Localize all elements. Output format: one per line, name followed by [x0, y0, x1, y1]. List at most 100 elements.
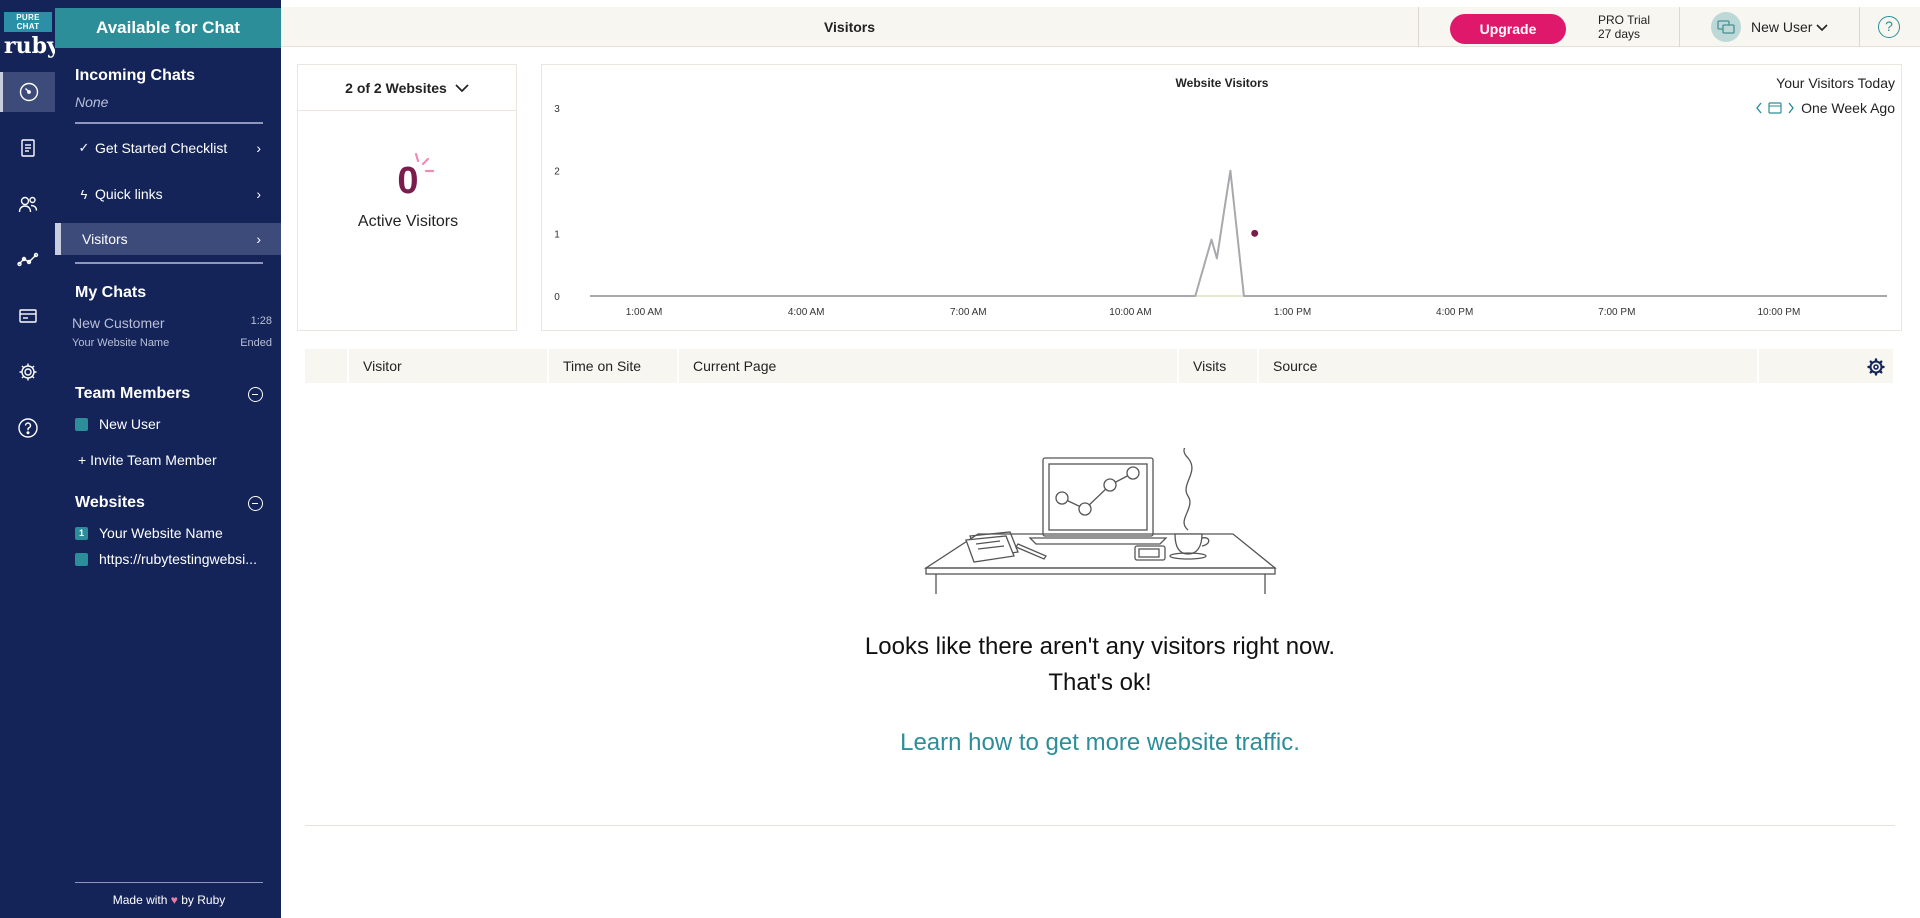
active-visitors-label: Active Visitors	[357, 213, 459, 230]
data-point-today	[1251, 229, 1259, 237]
billing-icon[interactable]	[0, 296, 55, 336]
collapse-team-icon[interactable]	[248, 387, 263, 402]
y-tick-label: 0	[554, 292, 560, 303]
calendar-icon[interactable]	[1768, 102, 1782, 114]
x-axis: 1:00 AM 4:00 AM 7:00 AM 10:00 AM 1:00 PM 4:00…	[626, 307, 1801, 318]
chevron-left-icon[interactable]	[1756, 102, 1762, 114]
top-bar: Visitors Upgrade PRO Trial 27 days New U…	[281, 7, 1920, 47]
dashboard-icon[interactable]	[0, 72, 55, 112]
user-menu[interactable]: New User	[1711, 12, 1829, 42]
x-tick-label: 4:00 AM	[788, 307, 825, 318]
incoming-chats-title: Incoming Chats	[75, 67, 196, 84]
column-header[interactable]: Time on Site	[549, 349, 679, 383]
empty-state-message: Looks like there aren't any visitors rig…	[864, 633, 1336, 660]
y-tick-label: 3	[554, 104, 560, 115]
team-members-title: Team Members	[75, 385, 281, 403]
sidebar: Available for Chat Incoming Chats None ✓…	[55, 0, 281, 918]
legend-week-ago: One Week Ago	[1801, 100, 1895, 116]
sidebar-item-visitors[interactable]: Visitors ›	[55, 223, 281, 255]
chart-series	[590, 169, 1887, 297]
settings-icon[interactable]	[0, 352, 55, 392]
checklist-link[interactable]: ✓ Get Started Checklist ›	[75, 133, 265, 163]
ruby-logo[interactable]: PURE CHAT ruby	[4, 12, 60, 57]
team-member-item[interactable]: New User	[75, 416, 160, 432]
x-tick-label: 1:00 PM	[1274, 307, 1311, 318]
website-selector-label: 2 of 2 Websites	[345, 79, 447, 96]
transcripts-icon[interactable]	[0, 128, 55, 168]
availability-button[interactable]: Available for Chat	[55, 8, 281, 48]
legend-today: Your Visitors Today	[1776, 75, 1895, 91]
column-header[interactable]: Source	[1259, 349, 1759, 383]
y-tick-label: 2	[554, 167, 560, 178]
help-circle-icon[interactable]: ?	[1878, 16, 1900, 38]
team-members-title-text: Team Members	[75, 385, 191, 402]
analytics-icon[interactable]	[0, 240, 55, 280]
help-icon[interactable]	[0, 408, 55, 448]
heart-icon: ♥	[170, 893, 178, 907]
website-visitors-chart-card: Website Visitors Your Visitors Today One…	[541, 64, 1902, 331]
column-header[interactable]: Visits	[1179, 349, 1259, 383]
icon-rail: PURE CHAT ruby	[0, 0, 60, 918]
chart-title: Website Visitors	[1176, 76, 1269, 90]
incoming-chats-none: None	[75, 94, 109, 110]
check-icon: ✓	[78, 140, 90, 155]
website-badge	[75, 552, 88, 566]
trial-status: PRO Trial 27 days	[1598, 13, 1650, 41]
x-tick-label: 1:00 AM	[626, 307, 663, 318]
upgrade-button[interactable]: Upgrade	[1450, 14, 1566, 44]
column-header[interactable]: Current Page	[679, 349, 1179, 383]
chat-time: 1:28	[250, 315, 272, 327]
quick-links-link[interactable]: ϟ Quick links ›	[75, 179, 265, 209]
visitors-table-header: Visitor Time on Site Current Page Visits Sou…	[305, 349, 1895, 383]
active-visitors-card: 2 of 2 Websites 0 Active Visitors	[297, 64, 517, 331]
invite-team-member-link[interactable]: + Invite Team Member	[78, 452, 217, 468]
chevron-right-icon: ›	[256, 186, 261, 202]
series-line-week-ago	[590, 169, 1887, 297]
made-with-text: Made with	[112, 893, 168, 907]
visitors-chart: Website Visitors Your Visitors Today One…	[554, 75, 1895, 318]
active-visitors-count: 0	[397, 160, 419, 202]
date-navigator[interactable]	[1756, 102, 1794, 114]
divider	[1679, 7, 1680, 47]
chat-status: Ended	[240, 337, 272, 349]
website-traffic-help-link[interactable]: Learn how to get more website traffic.	[600, 729, 1600, 757]
avatar	[1711, 12, 1741, 42]
lightning-icon: ϟ	[80, 186, 88, 202]
divider	[305, 825, 1895, 826]
chevron-right-icon: ›	[256, 231, 261, 247]
chevron-right-icon[interactable]	[1788, 102, 1794, 114]
column-header[interactable]	[305, 349, 349, 383]
collapse-websites-icon[interactable]	[248, 496, 263, 511]
table-settings-gear-icon[interactable]	[1867, 358, 1885, 376]
my-chats-title: My Chats	[75, 284, 147, 301]
contacts-icon[interactable]	[0, 184, 55, 224]
divider	[1859, 7, 1860, 47]
chat-item[interactable]: New Customer 1:28	[72, 315, 272, 331]
website-badge: 1	[75, 526, 88, 540]
chat-item-meta: Your Website Name Ended	[72, 337, 272, 349]
by-ruby-text: by Ruby	[181, 893, 226, 907]
websites-title-text: Websites	[75, 494, 145, 511]
column-header[interactable]: Visitor	[349, 349, 549, 383]
y-tick-label: 1	[554, 229, 560, 240]
websites-title: Websites	[75, 494, 281, 512]
y-axis: 0 1 2 3	[554, 104, 1887, 303]
trial-days: 27 days	[1598, 27, 1641, 41]
x-tick-label: 4:00 PM	[1436, 307, 1473, 318]
trial-plan: PRO Trial	[1598, 13, 1651, 27]
x-tick-label: 7:00 AM	[950, 307, 987, 318]
visitors-label: Visitors	[82, 231, 128, 247]
website-item[interactable]: https://rubytestingwebsi...	[75, 551, 257, 567]
website-item[interactable]: 1 Your Website Name	[75, 525, 223, 541]
chat-customer-name: New Customer	[72, 315, 165, 331]
x-tick-label: 10:00 AM	[1109, 307, 1151, 318]
chevron-right-icon: ›	[256, 140, 261, 156]
chat-website: Your Website Name	[72, 337, 170, 349]
refresh-spinner-icon	[414, 152, 435, 173]
website-selector[interactable]: 2 of 2 Websites	[298, 65, 516, 111]
website-name: Your Website Name	[99, 525, 223, 541]
page-title: Visitors	[823, 19, 876, 35]
user-name: New User	[1751, 19, 1813, 35]
logo-top-text: PURE CHAT	[4, 12, 52, 32]
divider	[75, 262, 263, 264]
